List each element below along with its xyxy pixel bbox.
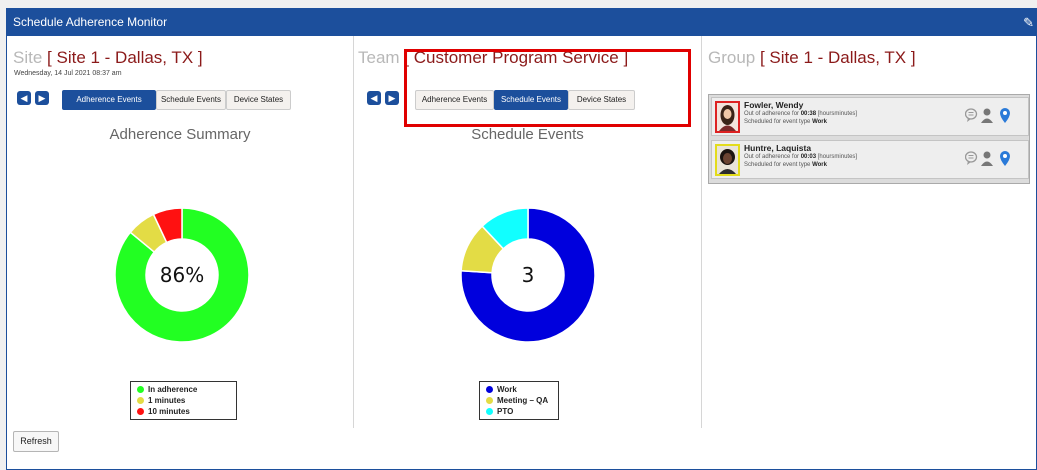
schedule-donut-chart: 3 — [461, 208, 595, 342]
tab-schedule-events[interactable]: Schedule Events — [156, 90, 226, 110]
legend-label: In adherence — [148, 385, 198, 394]
team-panel: Team [ Customer Program Service ] ◀ ▶ Ad… — [354, 36, 702, 428]
donut-center-label: 3 — [522, 263, 535, 287]
legend-swatch — [137, 386, 144, 393]
legend-item: 10 minutes — [137, 406, 230, 417]
group-header: Group [ Site 1 - Dallas, TX ] — [708, 48, 916, 68]
legend-label: Work — [497, 385, 517, 394]
app-window: Schedule Adherence Monitor ✎ Site [ Site… — [6, 8, 1037, 470]
window-title: Schedule Adherence Monitor — [13, 15, 168, 29]
site-header: Site [ Site 1 - Dallas, TX ] — [13, 48, 203, 68]
legend-label: Meeting – QA — [497, 396, 549, 405]
agent-name: Fowler, Wendy — [744, 100, 804, 110]
avatar — [715, 144, 740, 176]
timestamp: Wednesday, 14 Jul 2021 08:37 am — [14, 70, 122, 77]
agent-adherence-line: Out of adherence for 00:03 [hoursminutes… — [744, 154, 858, 160]
team-label: Team — [358, 48, 400, 67]
agent-action-icons — [965, 151, 1010, 167]
agent-name: Huntre, Laquista — [744, 143, 812, 153]
agent-card[interactable]: Fowler, Wendy Out of adherence for 00:38… — [711, 97, 1029, 136]
prev-arrow-icon[interactable]: ◀ — [17, 91, 31, 105]
group-label: Group — [708, 48, 756, 67]
chart-title: Adherence Summary — [109, 126, 251, 143]
site-label: Site — [13, 48, 43, 67]
legend-swatch — [137, 397, 144, 404]
legend-swatch — [486, 386, 493, 393]
tab-device-states[interactable]: Device States — [226, 90, 291, 110]
site-panel: Site [ Site 1 - Dallas, TX ] Wednesday, … — [7, 36, 354, 428]
legend-item: Meeting – QA — [486, 395, 552, 406]
donut-center-label: 86% — [160, 263, 204, 287]
group-panel: Group [ Site 1 - Dallas, TX ] Fowler, We… — [702, 36, 1036, 428]
chat-icon[interactable] — [965, 108, 978, 122]
legend-swatch — [486, 408, 493, 415]
next-arrow-icon[interactable]: ▶ — [385, 91, 399, 105]
agent-action-icons — [965, 108, 1010, 124]
title-bar: Schedule Adherence Monitor ✎ — [7, 9, 1036, 36]
legend-label: 1 minutes — [148, 396, 186, 405]
location-pin-icon[interactable] — [1000, 151, 1010, 166]
chart-legend: Work Meeting – QA PTO — [479, 381, 559, 420]
supervisor-icon[interactable] — [981, 151, 993, 167]
next-arrow-icon[interactable]: ▶ — [35, 91, 49, 105]
legend-item: PTO — [486, 406, 552, 417]
site-value: [ Site 1 - Dallas, TX ] — [47, 48, 203, 67]
adherence-donut-chart: 86% — [115, 208, 249, 342]
refresh-button[interactable]: Refresh — [13, 431, 59, 452]
agent-adherence-line: Out of adherence for 00:38 [hoursminutes… — [744, 111, 858, 117]
tab-adherence-events[interactable]: Adherence Events — [62, 90, 156, 110]
supervisor-icon[interactable] — [981, 108, 993, 124]
legend-label: 10 minutes — [148, 407, 190, 416]
group-value: [ Site 1 - Dallas, TX ] — [759, 48, 916, 67]
agent-schedule-line: Scheduled for event type Work — [744, 119, 827, 125]
legend-item: Work — [486, 384, 552, 395]
location-pin-icon[interactable] — [1000, 108, 1010, 123]
agent-card[interactable]: Huntre, Laquista Out of adherence for 00… — [711, 140, 1029, 179]
chart-title: Schedule Events — [471, 126, 584, 143]
edit-icon[interactable]: ✎ — [1023, 9, 1034, 36]
legend-item: 1 minutes — [137, 395, 230, 406]
agent-list: Fowler, Wendy Out of adherence for 00:38… — [708, 94, 1030, 184]
prev-arrow-icon[interactable]: ◀ — [367, 91, 381, 105]
legend-swatch — [137, 408, 144, 415]
avatar — [715, 101, 740, 133]
legend-label: PTO — [497, 407, 514, 416]
legend-swatch — [486, 397, 493, 404]
highlight-box — [404, 49, 691, 127]
legend-item: In adherence — [137, 384, 230, 395]
chat-icon[interactable] — [965, 151, 978, 165]
chart-legend: In adherence 1 minutes 10 minutes — [130, 381, 237, 420]
agent-schedule-line: Scheduled for event type Work — [744, 162, 827, 168]
